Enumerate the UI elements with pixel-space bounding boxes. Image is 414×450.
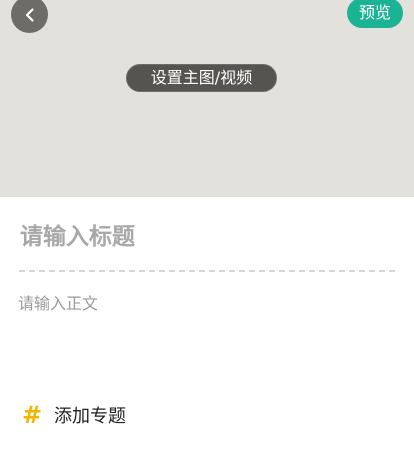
chevron-left-icon: [25, 7, 34, 22]
set-cover-button[interactable]: 设置主图/视频: [126, 64, 277, 92]
title-input[interactable]: [20, 220, 394, 254]
post-editor-page: 预览 设置主图/视频 # 添加专题: [0, 0, 414, 450]
add-topic-button[interactable]: # 添加专题: [22, 400, 126, 430]
body-textarea[interactable]: [18, 290, 394, 370]
cover-area[interactable]: 预览 设置主图/视频: [0, 0, 414, 197]
preview-button[interactable]: 预览: [346, 0, 403, 28]
back-button[interactable]: [11, 0, 48, 33]
add-topic-label: 添加专题: [54, 406, 126, 427]
hash-icon: #: [22, 401, 43, 429]
dashed-divider: [19, 270, 395, 272]
